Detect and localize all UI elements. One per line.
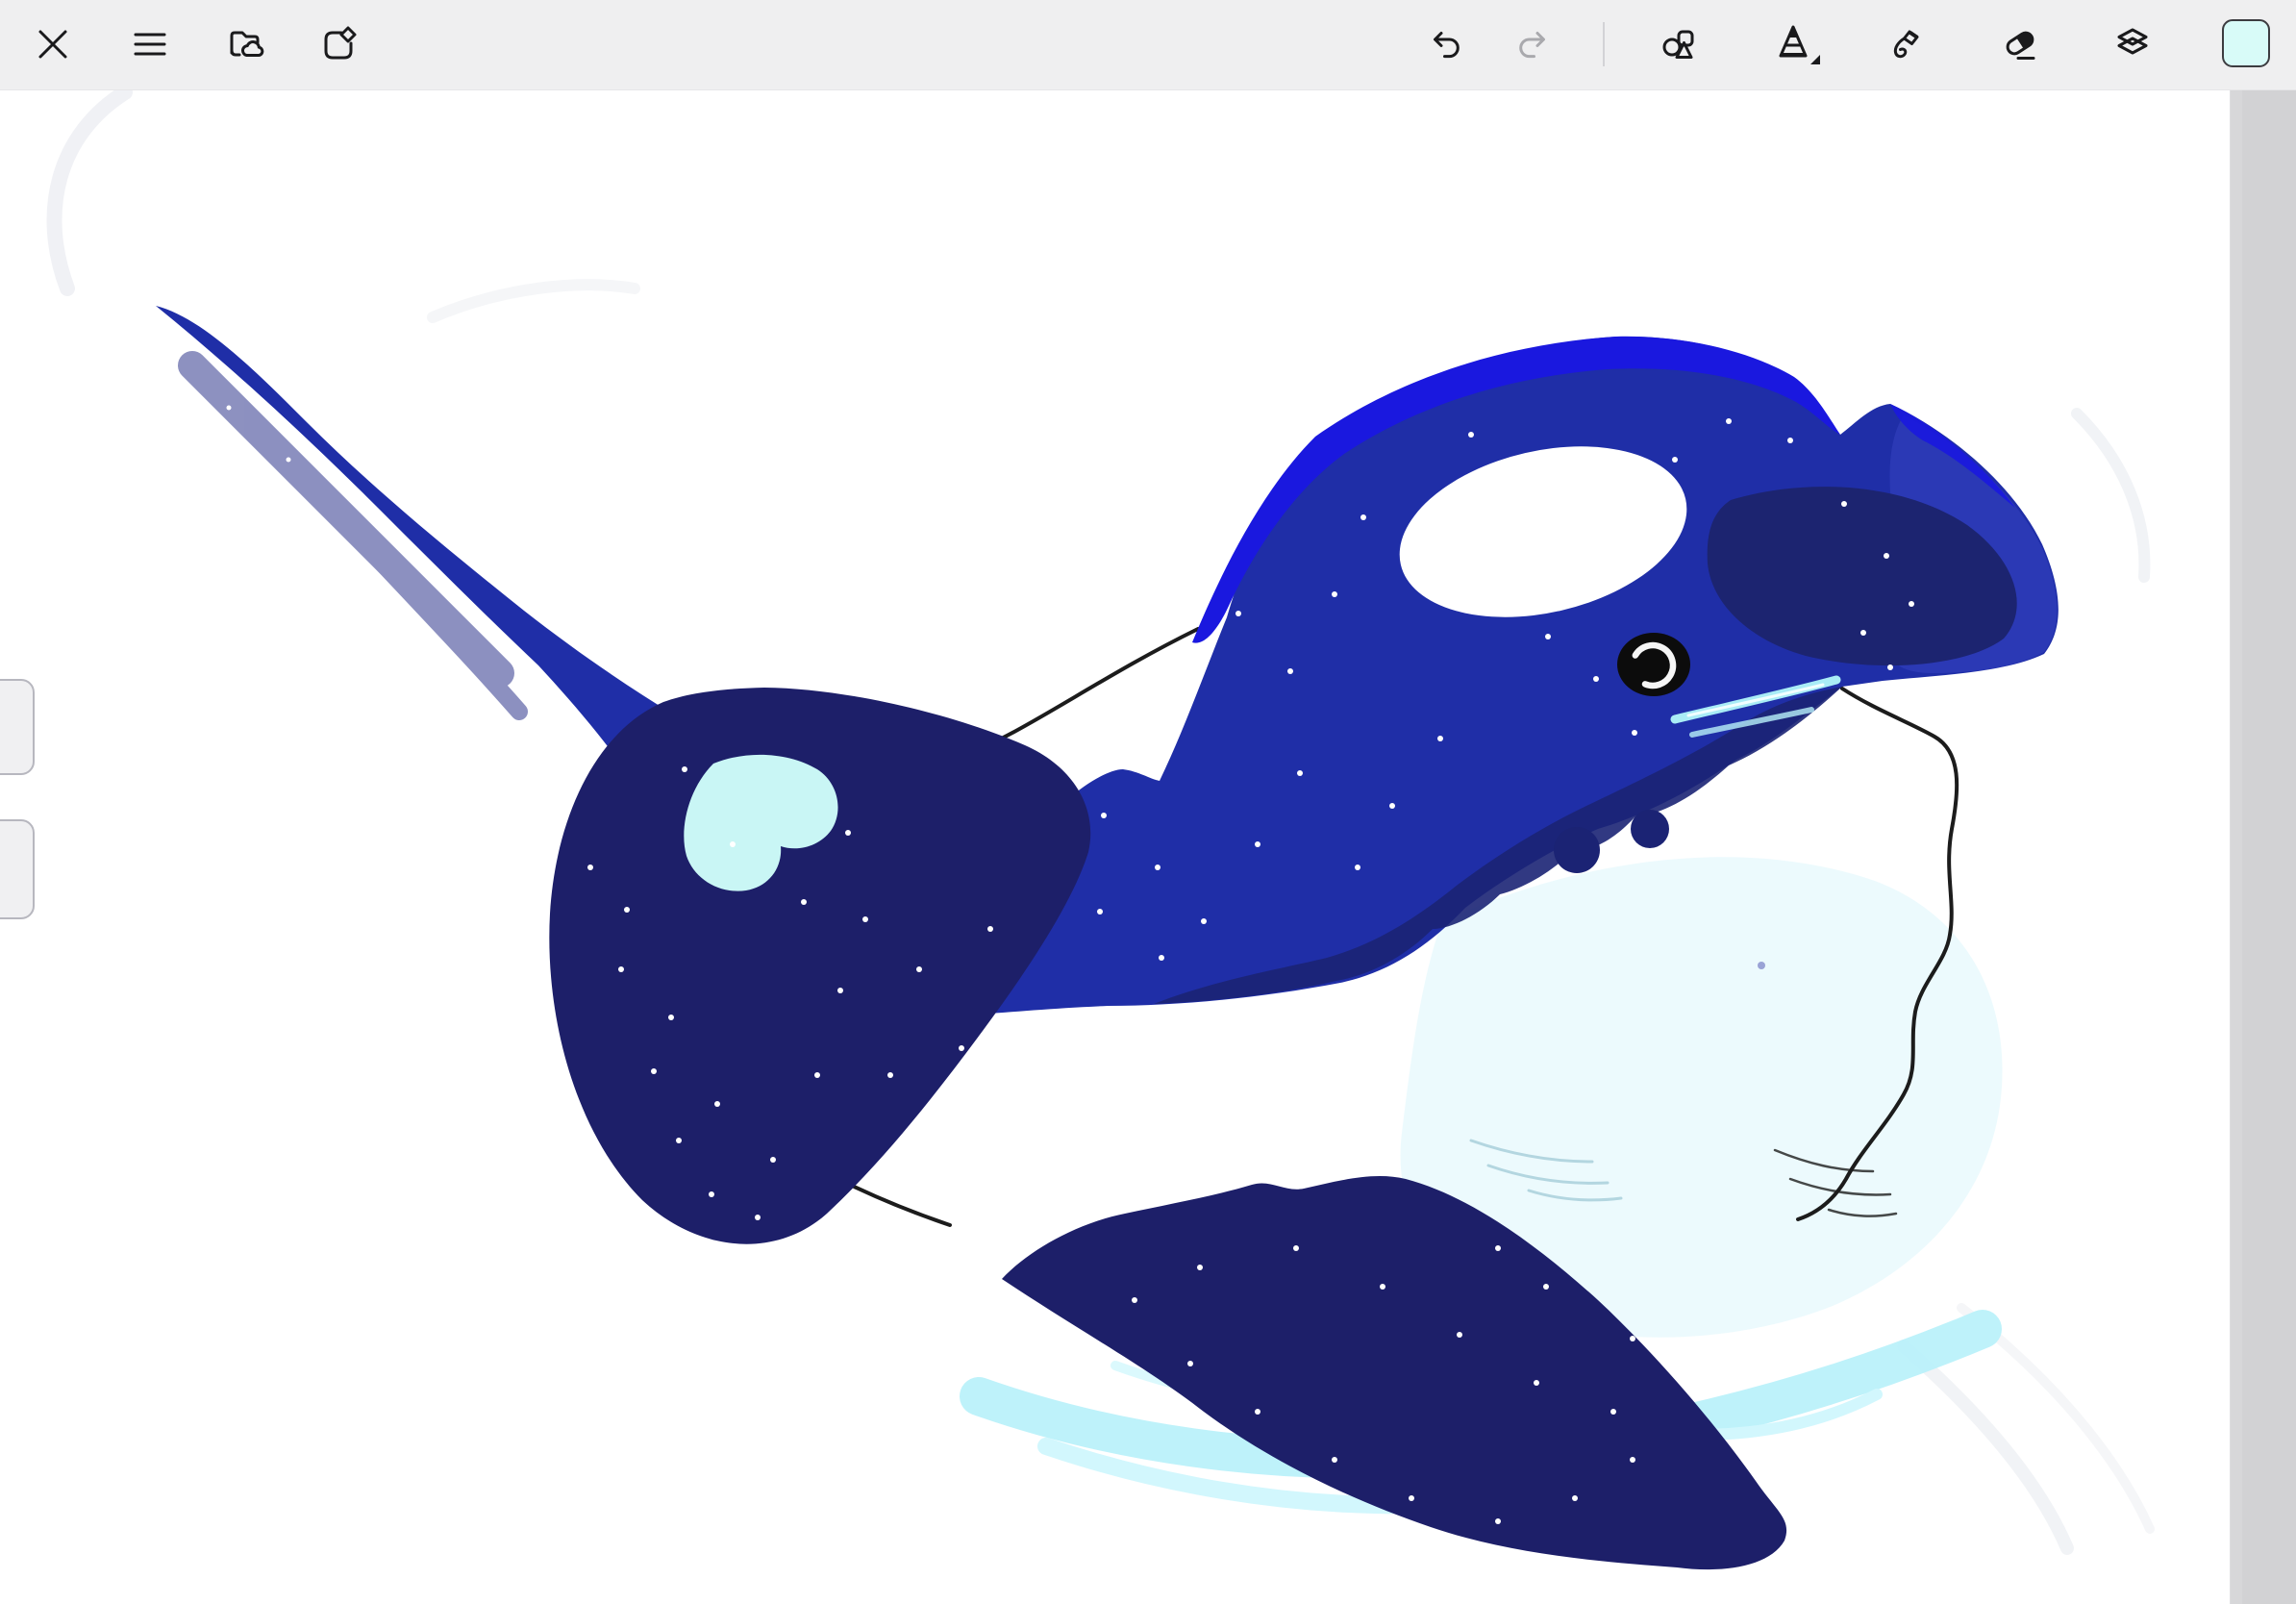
artwork-orca-painting (0, 0, 2296, 1604)
folder-cloud-icon (224, 23, 266, 65)
eye (1617, 633, 1690, 696)
shapes-tool-button[interactable] (1652, 16, 1708, 72)
toolbar (0, 0, 2296, 90)
close-button[interactable] (25, 16, 81, 72)
brush-tool-button[interactable] (1879, 16, 1934, 72)
shapes-icon (1659, 23, 1701, 65)
shape-library-button[interactable] (312, 16, 367, 72)
menu-icon (129, 23, 171, 65)
layers-icon (2111, 23, 2154, 65)
layers-tool-button[interactable] (2105, 16, 2160, 72)
belly-edge-lump (1631, 810, 1669, 848)
files-button[interactable] (217, 16, 273, 72)
brush-icon (1885, 23, 1928, 65)
redo-button[interactable] (1504, 16, 1560, 72)
left-drawer-handle-bottom[interactable] (0, 819, 35, 919)
redo-icon (1510, 23, 1553, 65)
speckle-lavender (1758, 962, 1765, 969)
drawing-canvas[interactable] (0, 0, 2296, 1604)
undo-button[interactable] (1419, 16, 1475, 72)
shape-library-icon (318, 23, 361, 65)
undo-icon (1426, 23, 1468, 65)
gutter-highlight (2231, 89, 2242, 1604)
eraser-icon (2000, 23, 2042, 65)
toolbar-divider (1603, 22, 1605, 66)
close-icon (32, 23, 74, 65)
color-swatch[interactable] (2222, 19, 2270, 67)
eraser-tool-button[interactable] (1993, 16, 2049, 72)
app-window (0, 0, 2296, 1604)
menu-button[interactable] (122, 16, 178, 72)
style-tool-button[interactable] (1770, 16, 1826, 72)
left-drawer-handle-top[interactable] (0, 679, 35, 775)
right-canvas-gutter (2230, 89, 2296, 1604)
belly-edge-lump (1554, 827, 1600, 873)
submenu-corner-triangle (1810, 55, 1820, 64)
style-cone-icon (1772, 20, 1824, 68)
